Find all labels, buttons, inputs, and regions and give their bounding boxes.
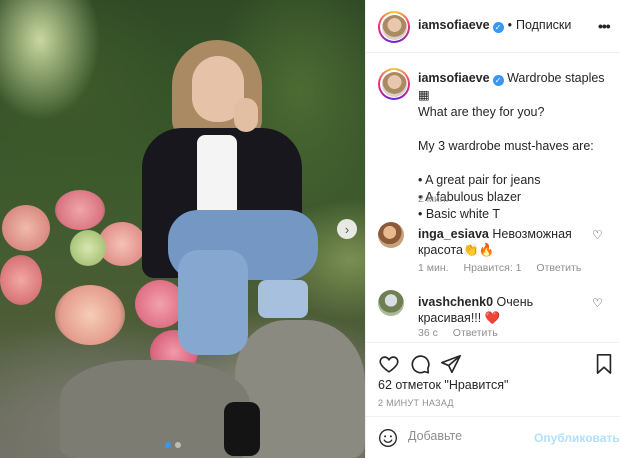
jeans-leg (178, 250, 248, 355)
hydrangea-cluster (70, 230, 106, 266)
more-horizontal-icon[interactable]: ••• (598, 18, 611, 34)
comment-time: 36 с (418, 327, 438, 339)
separator: • (507, 18, 512, 32)
post-header: iamsofiaeve ✓ • Подписки ••• (366, 0, 620, 53)
bookmark-icon[interactable] (594, 353, 614, 375)
comment-username-link[interactable]: ivashchenk0 (418, 295, 493, 309)
comment: inga_esiava Невозможная красота👏🔥 ♡ 1 ми… (378, 222, 616, 274)
post-side-panel: iamsofiaeve ✓ • Подписки ••• iamsofiaeve ✓ W… (365, 0, 620, 458)
heart-outline-icon[interactable]: ♡ (592, 228, 603, 242)
post-timestamp: 2 МИНУТ НАЗАД (378, 398, 454, 408)
comment-meta: 1 мин. Нравится: 1 Ответить (418, 262, 593, 274)
profile-photo (381, 14, 407, 40)
carousel-dot-active (165, 442, 171, 448)
hydrangea-cluster (55, 285, 125, 345)
caption-line: • Basic white T (418, 207, 500, 221)
chevron-right-icon: › (344, 221, 350, 237)
caption-time: 2 мин. (418, 193, 449, 205)
comment-text: inga_esiava Невозможная красота👏🔥 (418, 226, 593, 258)
likes-count[interactable]: 62 отметок "Нравится" (378, 378, 508, 392)
hydrangea-cluster (2, 205, 50, 251)
username-link[interactable]: iamsofiaeve (418, 18, 490, 32)
header-user: iamsofiaeve ✓ • Подписки (418, 18, 571, 33)
profile-photo (381, 71, 407, 97)
emoji-icon[interactable] (378, 428, 398, 448)
action-bar (366, 342, 620, 382)
carousel-next-button[interactable]: › (337, 219, 357, 239)
avatar[interactable] (378, 11, 410, 43)
carousel-dots (165, 442, 181, 448)
post-photo[interactable]: › (0, 0, 365, 458)
heart-outline-icon[interactable]: ♡ (592, 296, 603, 310)
publish-button[interactable]: Опубликовать (534, 431, 620, 445)
verified-badge-icon: ✓ (492, 22, 504, 33)
comment-username-link[interactable]: inga_esiava (418, 227, 489, 241)
rock (60, 360, 250, 458)
commenter-avatar[interactable] (378, 290, 404, 316)
caption-line: My 3 wardrobe must-haves are: (418, 139, 594, 153)
caption-line: • A great pair for jeans (418, 173, 541, 187)
comment-text: ivashchenk0 Очень красивая!!! ❤️ (418, 294, 593, 326)
following-button[interactable]: Подписки (516, 18, 571, 32)
caption-username-link[interactable]: iamsofiaeve (418, 71, 490, 85)
reply-button[interactable]: Ответить (536, 262, 581, 274)
caption-line-first: iamsofiaeve ✓ Wardrobe staples ▦ (418, 70, 613, 104)
comment-time: 1 мин. (418, 262, 449, 274)
caption-avatar[interactable] (378, 68, 410, 100)
heart-icon[interactable] (378, 353, 400, 375)
add-comment-bar: Опубликовать (366, 416, 620, 458)
hydrangea-cluster (55, 190, 105, 230)
share-icon[interactable] (440, 353, 462, 375)
caption-line: What are they for you? (418, 105, 545, 119)
caption-line (418, 155, 613, 172)
caption-line (418, 121, 613, 138)
verified-badge-icon: ✓ (492, 75, 504, 86)
comment-meta: 36 с Ответить (418, 327, 510, 339)
comment-input[interactable] (408, 429, 538, 443)
black-boot (224, 402, 260, 456)
person-hand (234, 98, 258, 132)
hydrangea-cluster (0, 255, 42, 305)
carousel-dot (175, 442, 181, 448)
reply-button[interactable]: Ответить (453, 327, 498, 339)
comment-icon[interactable] (409, 353, 431, 375)
comment-likes-link[interactable]: Нравится: 1 (463, 262, 521, 274)
commenter-avatar[interactable] (378, 222, 404, 248)
jeans-cuff (258, 280, 308, 318)
comment: ivashchenk0 Очень красивая!!! ❤️ ♡ 36 с … (378, 290, 616, 342)
